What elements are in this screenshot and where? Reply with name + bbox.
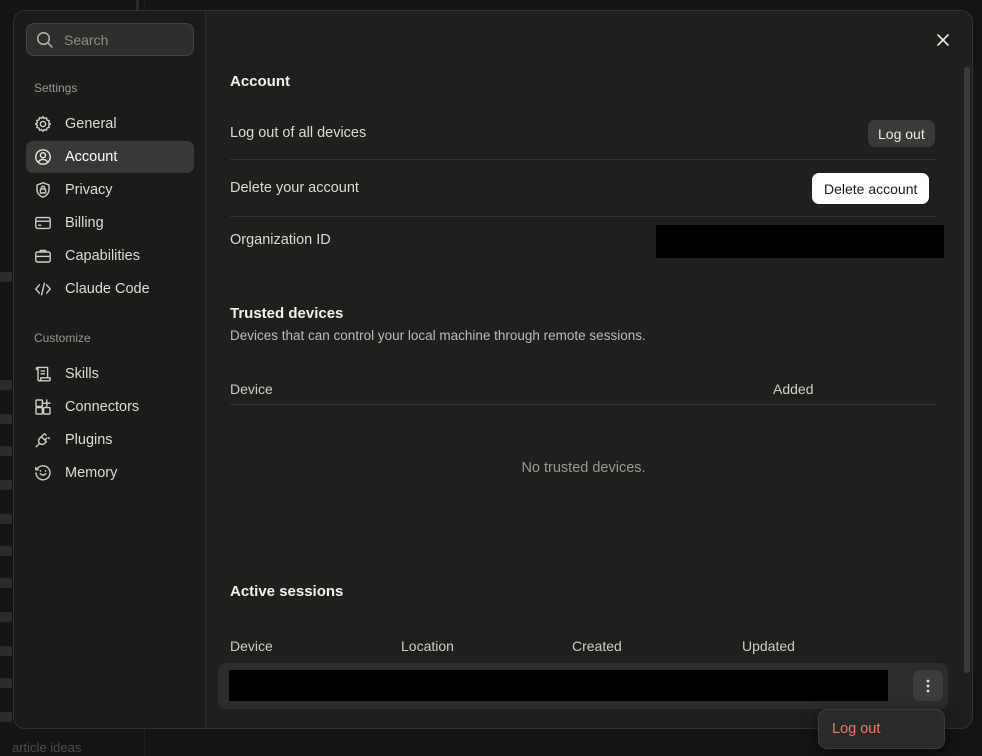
sidebar-item-account[interactable]: Account xyxy=(26,141,194,173)
session-actions-menu: Log out xyxy=(818,709,945,749)
column-header-device: Device xyxy=(230,638,273,654)
sidebar-item-capabilities[interactable]: Capabilities xyxy=(26,240,194,272)
background-fragment xyxy=(0,646,12,656)
section-label-settings: Settings xyxy=(34,81,78,95)
search-icon xyxy=(36,31,53,48)
column-header-device: Device xyxy=(230,381,273,397)
sidebar-item-connectors[interactable]: Connectors xyxy=(26,391,194,423)
sidebar-item-billing[interactable]: Billing xyxy=(26,207,194,239)
background-fragment xyxy=(0,480,12,490)
search-input[interactable] xyxy=(64,31,184,48)
column-header-location: Location xyxy=(401,638,454,654)
background-divider xyxy=(136,0,139,10)
background-fragment xyxy=(0,712,12,722)
session-more-button[interactable] xyxy=(913,670,943,701)
sidebar-item-label: Claude Code xyxy=(65,281,150,297)
settings-sidebar: Settings General Account xyxy=(14,11,206,728)
gear-icon xyxy=(33,114,53,134)
column-header-added: Added xyxy=(773,381,814,397)
background-fragment xyxy=(0,446,12,456)
section-title-active-sessions: Active sessions xyxy=(230,583,344,600)
sidebar-item-label: Capabilities xyxy=(65,248,140,264)
background-fragment xyxy=(0,546,12,556)
background-fragment xyxy=(0,414,12,424)
shield-lock-icon xyxy=(33,180,53,200)
delete-account-button[interactable]: Delete account xyxy=(812,173,930,204)
divider xyxy=(230,159,937,160)
memory-icon xyxy=(33,463,53,483)
section-title-trusted-devices: Trusted devices xyxy=(230,305,344,322)
section-label-customize: Customize xyxy=(34,331,91,345)
session-details-redacted xyxy=(229,670,888,701)
sidebar-item-label: General xyxy=(65,116,117,132)
settings-modal: Settings General Account xyxy=(13,10,973,729)
settings-content: Account Log out of all devices Log out D… xyxy=(207,11,972,728)
briefcase-icon xyxy=(33,246,53,266)
sidebar-item-general[interactable]: General xyxy=(26,108,194,140)
sidebar-item-plugins[interactable]: Plugins xyxy=(26,424,194,456)
organization-id-label: Organization ID xyxy=(230,232,331,248)
scrollbar-thumb[interactable] xyxy=(964,67,970,673)
menu-item-logout[interactable]: Log out xyxy=(824,714,939,744)
divider xyxy=(230,404,937,405)
empty-state-text: No trusted devices. xyxy=(521,460,646,476)
sidebar-item-privacy[interactable]: Privacy xyxy=(26,174,194,206)
sidebar-item-claude-code[interactable]: Claude Code xyxy=(26,273,194,305)
user-circle-icon xyxy=(33,147,53,167)
section-title-account: Account xyxy=(230,73,290,90)
table-row xyxy=(218,663,948,709)
close-button[interactable] xyxy=(932,29,954,51)
logout-all-button[interactable]: Log out xyxy=(868,120,935,147)
scroll-icon xyxy=(33,364,53,384)
sidebar-item-label: Memory xyxy=(65,465,118,481)
sidebar-item-label: Skills xyxy=(65,366,99,382)
sidebar-item-label: Billing xyxy=(65,215,104,231)
divider xyxy=(230,216,937,217)
logout-all-label: Log out of all devices xyxy=(230,125,367,141)
sidebar-item-label: Account xyxy=(65,149,118,165)
code-brackets-icon xyxy=(33,279,53,299)
sidebar-item-skills[interactable]: Skills xyxy=(26,358,194,390)
background-fragment xyxy=(0,272,12,282)
grid-plus-icon xyxy=(33,397,53,417)
sidebar-item-label: Connectors xyxy=(65,399,140,415)
sidebar-item-label: Privacy xyxy=(65,182,113,198)
background-fragment xyxy=(0,380,12,390)
close-icon xyxy=(937,34,949,46)
more-vertical-icon xyxy=(926,679,930,692)
background-fragment xyxy=(0,514,12,524)
column-header-updated: Updated xyxy=(742,638,795,654)
sidebar-item-label: Plugins xyxy=(65,432,113,448)
organization-id-value-redacted xyxy=(656,225,944,258)
trusted-devices-description: Devices that can control your local mach… xyxy=(230,328,646,343)
delete-account-label: Delete your account xyxy=(230,180,359,196)
credit-card-icon xyxy=(33,213,53,233)
plug-icon xyxy=(33,430,53,450)
background-fragment xyxy=(0,578,12,588)
column-header-created: Created xyxy=(572,638,622,654)
sidebar-item-memory[interactable]: Memory xyxy=(26,457,194,489)
background-text: article ideas xyxy=(12,740,82,755)
background-fragment xyxy=(0,678,12,688)
background-fragment xyxy=(0,612,12,622)
search-box[interactable] xyxy=(26,23,194,56)
